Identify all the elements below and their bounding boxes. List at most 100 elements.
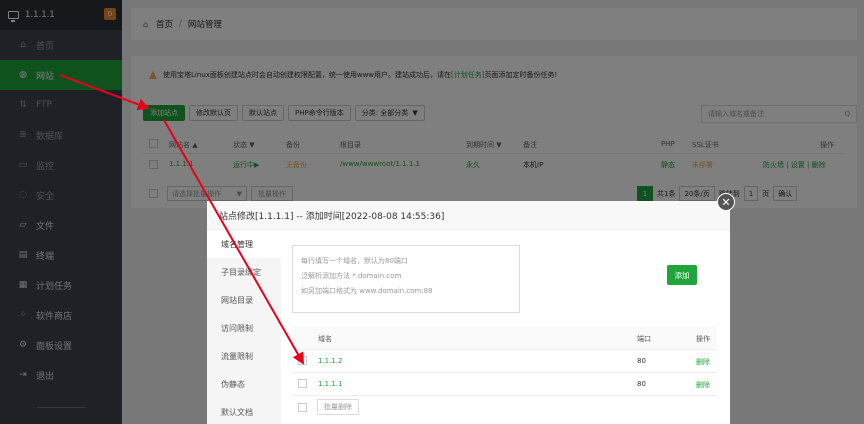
caret-down-icon: ▼ xyxy=(236,189,242,198)
sidebar-item-files[interactable]: ▱ 文件 xyxy=(0,210,122,240)
port-value: 80 xyxy=(637,357,646,365)
col-status[interactable]: 状态 ▼ xyxy=(233,140,255,150)
table-row: 1.1.1.2 80 删除 xyxy=(292,350,717,373)
php-cli-button[interactable]: PHP命令行版本 xyxy=(288,105,351,121)
category-select[interactable]: 分类: 全部分类 ▼ xyxy=(354,105,425,121)
footer-checkbox[interactable] xyxy=(149,189,158,198)
domain-value[interactable]: 1.1.1.1 xyxy=(318,380,343,388)
shield-icon: ◌ xyxy=(19,190,27,200)
site-name-link[interactable]: 1.1.1.1 xyxy=(169,160,194,168)
domain-textarea[interactable]: 每行填写一个域名，默认为80端口 泛解析添加方法 *.domain.com 如另… xyxy=(292,245,520,313)
terminal-icon: ▤ xyxy=(18,250,28,260)
nav-rewrite[interactable]: 伪静态 xyxy=(207,370,281,398)
sidebar-item-label: 数据库 xyxy=(36,131,64,142)
col-ops: 操作 xyxy=(820,141,834,149)
sidebar-item-home[interactable]: ⌂ 首页 xyxy=(0,30,122,60)
delete-link[interactable]: 删除 xyxy=(696,380,710,390)
confirm-button[interactable]: 确认 xyxy=(773,186,798,201)
globe-icon: ◍ xyxy=(19,70,27,80)
sidebar-item-settings[interactable]: ⚙ 面板设置 xyxy=(0,330,122,360)
search-placeholder: 请输入域名或备注 xyxy=(708,110,764,118)
sidebar-item-store[interactable]: ⁘ 软件商店 xyxy=(0,300,122,330)
calendar-icon: ▦ xyxy=(18,280,28,290)
total-count: 共1条 xyxy=(657,189,676,198)
row-checkbox[interactable] xyxy=(149,160,158,169)
placeholder-line: 泛解析添加方法 *.domain.com xyxy=(301,272,402,280)
domain-table-header: 域名 端口 操作 xyxy=(292,327,717,350)
placeholder-line: 如另加端口格式为 www.domain.com:88 xyxy=(301,287,433,295)
port-value: 80 xyxy=(637,380,646,388)
edit-default-page-button[interactable]: 修改默认页 xyxy=(189,105,238,121)
nav-access-limit[interactable]: 访问限制 xyxy=(207,314,281,342)
sidebar-item-logout[interactable]: ⇥ 退出 xyxy=(0,360,122,390)
page-number[interactable]: 1 xyxy=(637,186,653,201)
add-site-button[interactable]: 添加站点 xyxy=(143,105,185,121)
site-status[interactable]: 运行中▶ xyxy=(233,160,259,170)
sidebar-item-database[interactable]: ≣ 数据库 xyxy=(0,120,122,150)
sidebar-item-label: 网站 xyxy=(36,71,55,82)
caret-down-icon: ▼ xyxy=(412,109,418,117)
search-icon[interactable]: Q xyxy=(844,110,850,118)
category-label: 分类: 全部分类 xyxy=(361,109,409,117)
server-ip: 1.1.1.1 xyxy=(25,10,55,20)
nav-default-doc[interactable]: 默认文档 xyxy=(207,398,281,424)
col-expire[interactable]: 到期时间 ▼ xyxy=(466,140,502,150)
site-backup[interactable]: 无备份 xyxy=(286,160,307,170)
database-icon: ≣ xyxy=(19,130,27,140)
add-domain-button[interactable]: 添加 xyxy=(667,265,697,285)
nav-subdir[interactable]: 子目录绑定 xyxy=(207,258,281,286)
dialog-nav: 域名管理 子目录绑定 网站目录 访问限制 流量限制 伪静态 默认文档 xyxy=(207,230,281,424)
sidebar-item-cron[interactable]: ▦ 计划任务 xyxy=(0,270,122,300)
notification-badge[interactable]: 0 xyxy=(104,8,116,20)
row-checkbox[interactable] xyxy=(298,356,307,365)
site-expire[interactable]: 永久 xyxy=(466,160,480,170)
col-note: 备注 xyxy=(523,141,537,149)
bulk-select[interactable]: 请选择批量操作 ▼ xyxy=(167,186,247,201)
goto-page-input[interactable]: 1 xyxy=(743,186,759,201)
bulk-button[interactable]: 批量操作 xyxy=(251,186,293,201)
sidebar-divider xyxy=(37,407,85,408)
search-input[interactable]: 请输入域名或备注 Q xyxy=(701,105,857,123)
sidebar-item-label: 安全 xyxy=(36,191,55,202)
default-site-button[interactable]: 默认站点 xyxy=(242,105,284,121)
nav-traffic-limit[interactable]: 流量限制 xyxy=(207,342,281,370)
sidebar-item-label: 终端 xyxy=(36,251,55,262)
sidebar-item-ftp[interactable]: ⇅ FTP xyxy=(0,90,122,120)
site-ssl[interactable]: 未部署 xyxy=(692,160,713,170)
notice-text-tail: 页面添加定时备份任务! xyxy=(484,71,558,79)
select-all-checkbox[interactable] xyxy=(149,139,158,148)
col-name[interactable]: 网站名 ▲ xyxy=(169,140,198,150)
per-page-select[interactable]: 20条/页 xyxy=(679,186,715,201)
site-note[interactable]: 本机IP xyxy=(523,160,543,170)
breadcrumb-home[interactable]: 首页 xyxy=(156,18,173,30)
domain-value[interactable]: 1.1.1.2 xyxy=(318,357,343,365)
cron-link[interactable]: [计划任务] xyxy=(451,70,484,80)
sidebar-item-label: 退出 xyxy=(36,371,55,382)
site-root[interactable]: /www/wwwroot/1.1.1.1 xyxy=(340,160,420,168)
ftp-icon: ⇅ xyxy=(19,100,27,110)
sidebar-item-website[interactable]: ◍ 网站 xyxy=(0,60,122,90)
sidebar-item-monitor[interactable]: ▭ 监控 xyxy=(0,150,122,180)
col-ssl: SSL证书 xyxy=(692,141,719,149)
home-icon: ⌂ xyxy=(143,19,149,29)
nav-site-dir[interactable]: 网站目录 xyxy=(207,286,281,314)
folder-icon: ▱ xyxy=(19,220,27,230)
close-icon[interactable]: ✕ xyxy=(717,193,735,211)
site-php[interactable]: 静态 xyxy=(661,160,675,170)
bulk-delete-button[interactable]: 批量删除 xyxy=(317,399,359,415)
nav-domain[interactable]: 域名管理 xyxy=(207,230,281,258)
home-icon: ⌂ xyxy=(20,40,26,50)
site-list-panel: 使用宝塔Linux面板创建站点时会自动创建权限配置，统一使用www用户。建站成功… xyxy=(131,56,857,186)
monitor-icon xyxy=(8,11,19,22)
sidebar-item-label: FTP xyxy=(36,100,52,110)
select-all-checkbox[interactable] xyxy=(298,403,307,412)
sidebar-item-label: 首页 xyxy=(36,41,55,52)
warning-icon xyxy=(149,71,157,79)
delete-link[interactable]: 删除 xyxy=(696,357,710,367)
sidebar-item-terminal[interactable]: ▤ 终端 xyxy=(0,240,122,270)
site-ops[interactable]: 防火墙 | 设置 | 删除 xyxy=(763,160,826,170)
table-row: 1.1.1.1 80 删除 xyxy=(292,373,717,396)
sidebar-item-label: 面板设置 xyxy=(36,341,73,352)
sidebar-item-security[interactable]: ◌ 安全 xyxy=(0,180,122,210)
row-checkbox[interactable] xyxy=(298,379,307,388)
